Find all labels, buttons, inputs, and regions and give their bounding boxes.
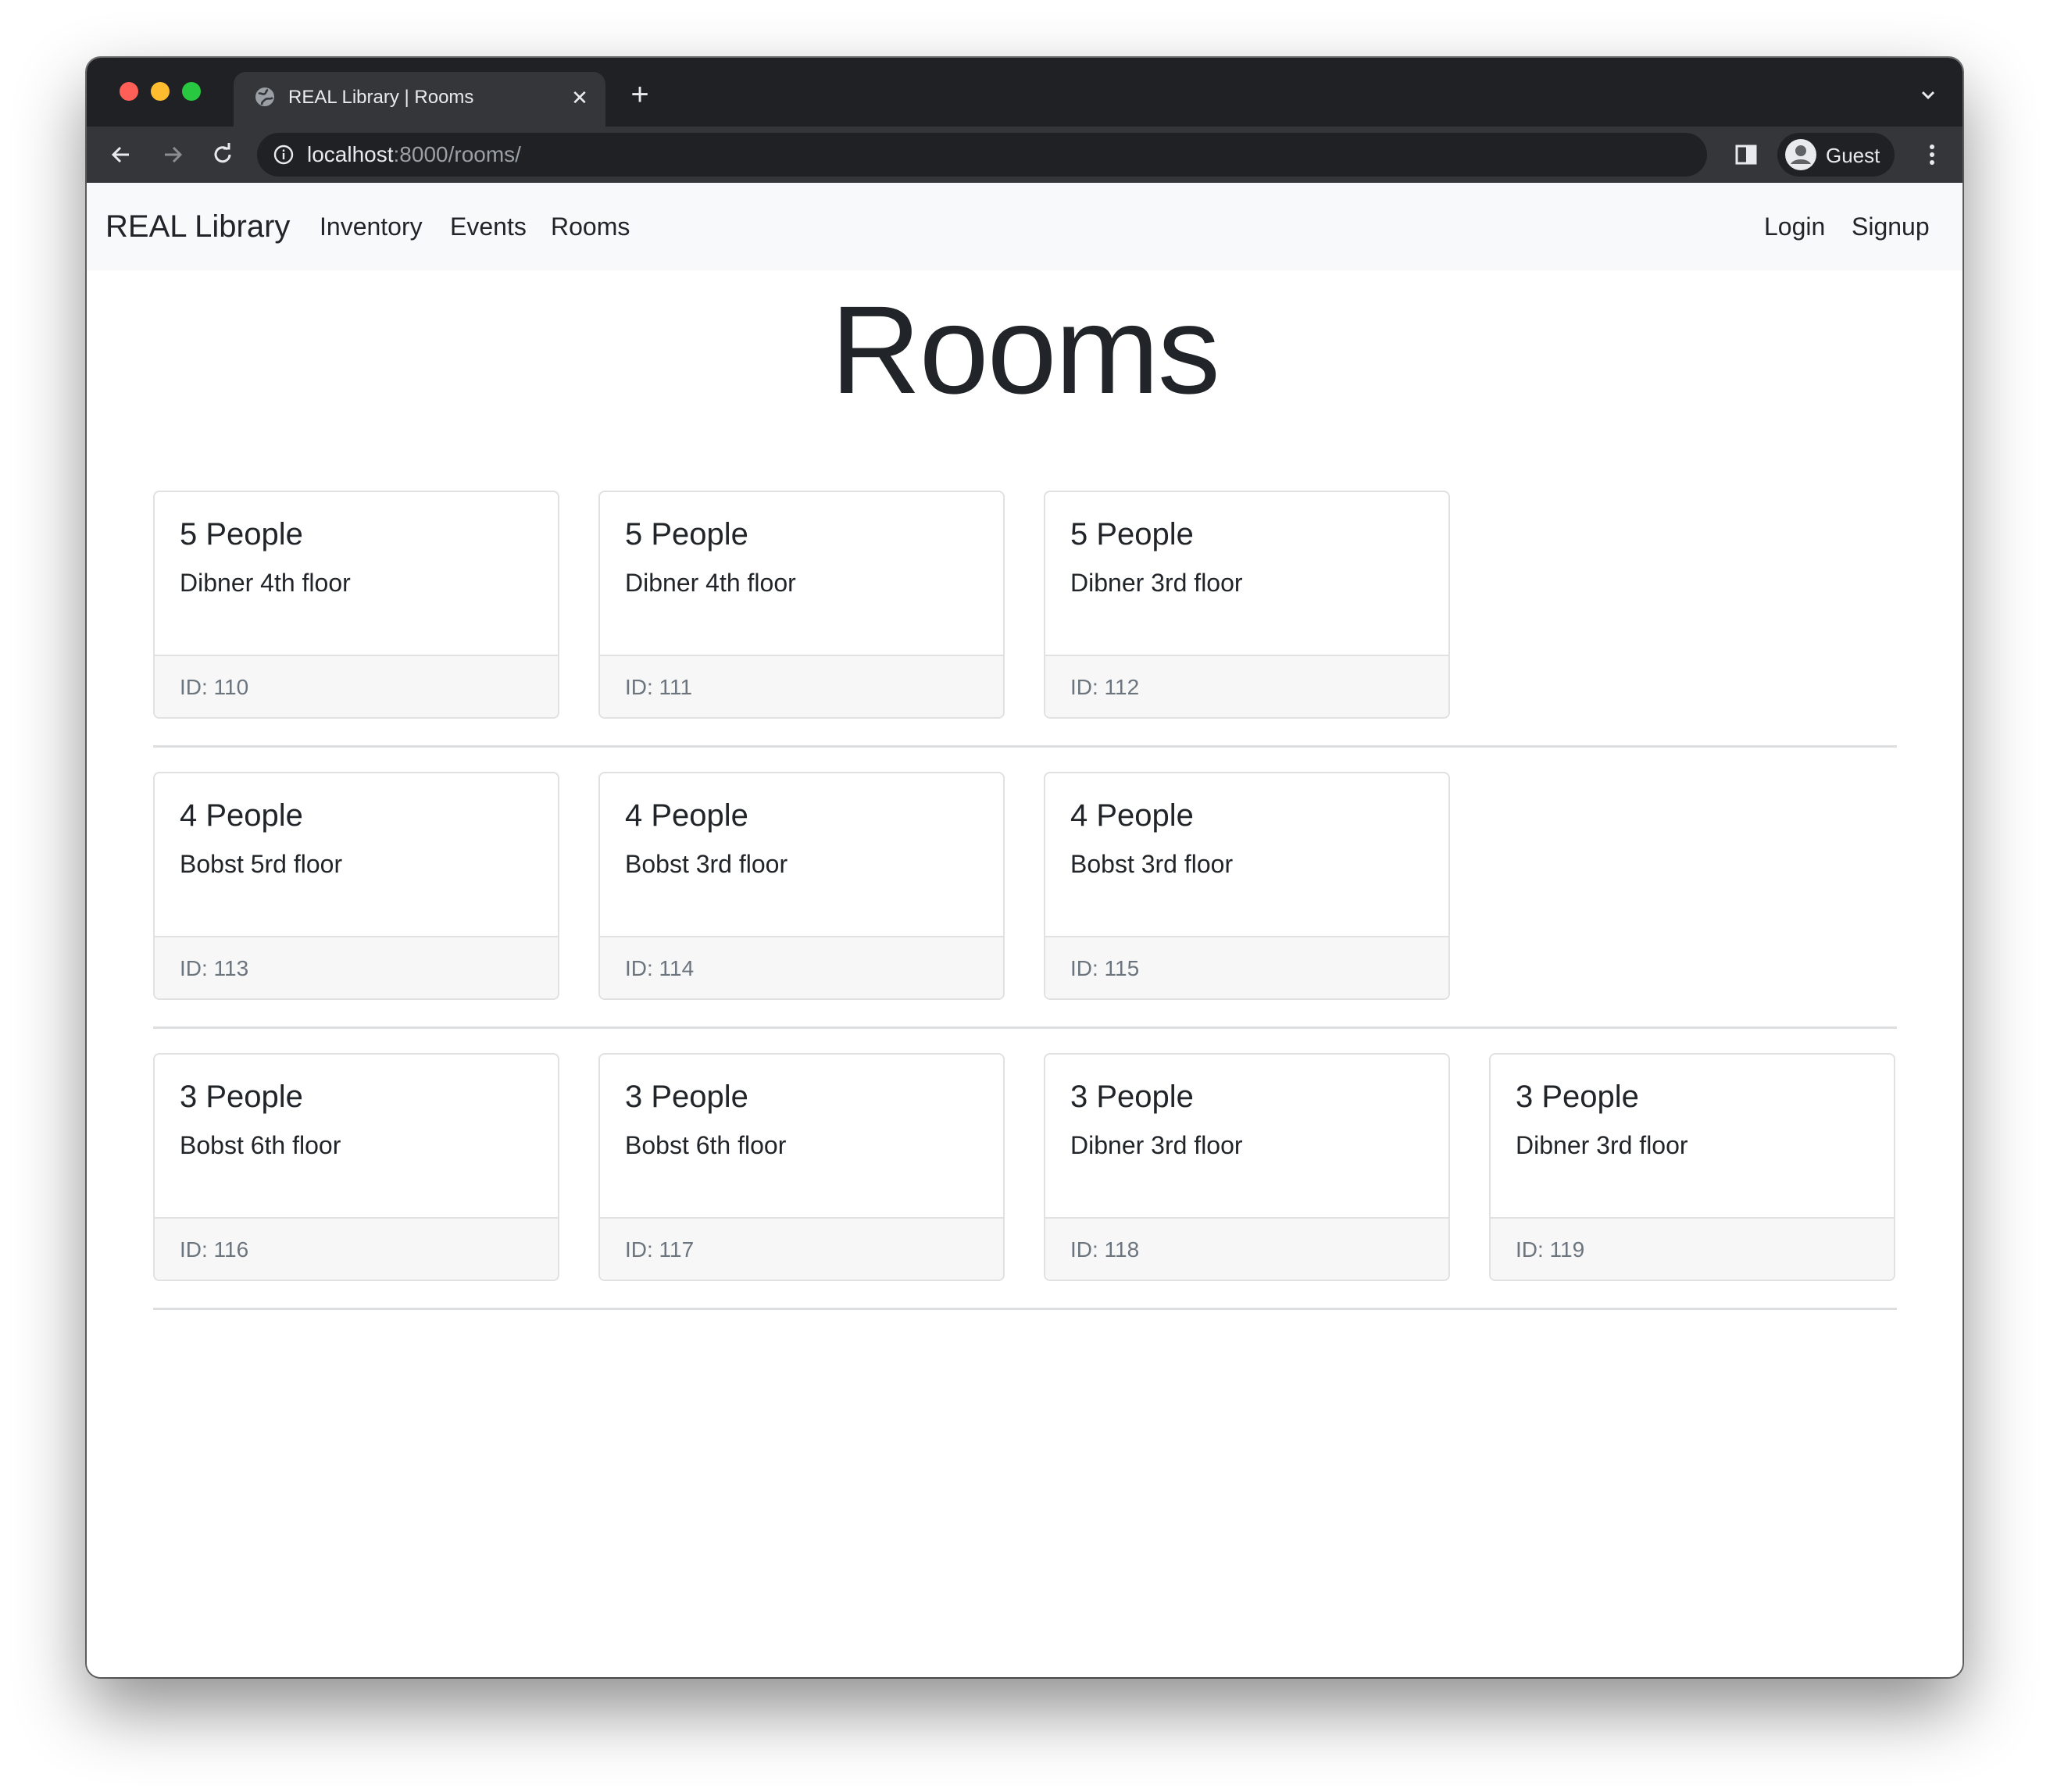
card-footer: ID: 112 [1045, 655, 1448, 717]
site-navbar: REAL Library Inventory Events Rooms Logi… [87, 183, 1962, 270]
maximize-window-button[interactable] [182, 82, 201, 101]
signup-link[interactable]: Signup [1852, 211, 1930, 242]
card-footer: ID: 117 [600, 1217, 1003, 1280]
minimize-window-button[interactable] [151, 82, 170, 101]
room-location: Bobst 3rd floor [625, 850, 788, 878]
room-location: Dibner 3rd floor [1516, 1131, 1688, 1159]
room-card[interactable]: 3 People Dibner 3rd floor ID: 119 [1489, 1053, 1895, 1281]
room-location: Dibner 3rd floor [1070, 1131, 1243, 1159]
brand-link[interactable]: REAL Library [105, 209, 290, 245]
plus-icon[interactable]: + [626, 79, 654, 110]
room-capacity: 4 People [625, 798, 748, 833]
back-arrow-icon[interactable] [105, 139, 137, 170]
url-text: localhost:8000/rooms/ [307, 142, 521, 167]
close-icon[interactable]: ✕ [568, 86, 591, 109]
card-body: 3 People Bobst 6th floor [155, 1055, 558, 1217]
room-id: ID: 110 [180, 675, 249, 699]
card-footer: ID: 118 [1045, 1217, 1448, 1280]
card-body: 4 People Bobst 3rd floor [600, 773, 1003, 936]
room-id: ID: 117 [625, 1237, 695, 1262]
room-card[interactable]: 3 People Bobst 6th floor ID: 117 [598, 1053, 1005, 1281]
room-card[interactable]: 5 People Dibner 3rd floor ID: 112 [1044, 491, 1450, 719]
room-capacity: 4 People [1070, 798, 1194, 833]
chevron-down-icon[interactable] [1917, 84, 1939, 106]
room-capacity: 5 People [625, 517, 748, 552]
address-bar[interactable]: localhost:8000/rooms/ [257, 133, 1707, 177]
room-location: Dibner 4th floor [180, 569, 351, 597]
room-capacity: 4 People [180, 798, 303, 833]
room-id: ID: 113 [180, 956, 249, 980]
card-footer: ID: 119 [1491, 1217, 1894, 1280]
reload-icon[interactable] [207, 139, 238, 170]
row-divider [153, 1026, 1897, 1029]
card-body: 3 People Bobst 6th floor [600, 1055, 1003, 1217]
room-card[interactable]: 5 People Dibner 4th floor ID: 110 [153, 491, 559, 719]
url-host: localhost [307, 142, 394, 166]
info-icon[interactable] [273, 144, 295, 166]
room-id: ID: 115 [1070, 956, 1140, 980]
web-page: REAL Library Inventory Events Rooms Logi… [87, 183, 1962, 1677]
card-footer: ID: 113 [155, 936, 558, 998]
room-location: Dibner 4th floor [625, 569, 796, 597]
tab-strip: REAL Library | Rooms ✕ + [87, 58, 1962, 128]
room-card[interactable]: 5 People Dibner 4th floor ID: 111 [598, 491, 1005, 719]
nav-link-inventory[interactable]: Inventory [320, 211, 423, 242]
room-capacity: 3 People [180, 1080, 303, 1114]
avatar-icon [1785, 139, 1816, 170]
room-location: Dibner 3rd floor [1070, 569, 1243, 597]
room-capacity: 5 People [1070, 517, 1194, 552]
card-footer: ID: 110 [155, 655, 558, 717]
profile-name: Guest [1826, 144, 1880, 167]
card-footer: ID: 115 [1045, 936, 1448, 998]
room-capacity: 3 People [625, 1080, 748, 1114]
card-body: 5 People Dibner 3rd floor [1045, 492, 1448, 655]
browser-tab[interactable]: REAL Library | Rooms ✕ [234, 72, 605, 128]
room-capacity: 3 People [1070, 1080, 1194, 1114]
card-body: 3 People Dibner 3rd floor [1045, 1055, 1448, 1217]
room-id: ID: 112 [1070, 675, 1140, 699]
side-panel-icon[interactable] [1734, 142, 1759, 167]
room-id: ID: 111 [625, 675, 693, 699]
card-body: 3 People Dibner 3rd floor [1491, 1055, 1894, 1217]
close-window-button[interactable] [120, 82, 138, 101]
room-card[interactable]: 4 People Bobst 5rd floor ID: 113 [153, 772, 559, 1000]
browser-toolbar: localhost:8000/rooms/ Guest [87, 127, 1962, 183]
room-id: ID: 118 [1070, 1237, 1140, 1262]
login-link[interactable]: Login [1764, 211, 1825, 242]
tab-title: REAL Library | Rooms [288, 87, 474, 108]
more-vertical-icon[interactable] [1918, 141, 1946, 169]
card-body: 4 People Bobst 5rd floor [155, 773, 558, 936]
room-card[interactable]: 4 People Bobst 3rd floor ID: 114 [598, 772, 1005, 1000]
room-location: Bobst 3rd floor [1070, 850, 1234, 878]
forward-arrow-icon[interactable] [157, 139, 188, 170]
row-divider [153, 745, 1897, 748]
room-location: Bobst 6th floor [625, 1131, 787, 1159]
page-title: Rooms [830, 280, 1220, 419]
url-path: :8000/rooms/ [393, 142, 521, 166]
card-footer: ID: 116 [155, 1217, 558, 1280]
room-capacity: 5 People [180, 517, 303, 552]
profile-button[interactable]: Guest [1777, 133, 1895, 177]
nav-link-rooms[interactable]: Rooms [551, 211, 630, 242]
room-capacity: 3 People [1516, 1080, 1639, 1114]
card-body: 5 People Dibner 4th floor [155, 492, 558, 655]
card-body: 5 People Dibner 4th floor [600, 492, 1003, 655]
room-id: ID: 114 [625, 956, 695, 980]
row-divider [153, 1308, 1897, 1310]
nav-link-events[interactable]: Events [450, 211, 527, 242]
room-card[interactable]: 3 People Bobst 6th floor ID: 116 [153, 1053, 559, 1281]
room-card[interactable]: 3 People Dibner 3rd floor ID: 118 [1044, 1053, 1450, 1281]
globe-icon [255, 87, 274, 106]
card-footer: ID: 114 [600, 936, 1003, 998]
room-location: Bobst 6th floor [180, 1131, 341, 1159]
browser-window: REAL Library | Rooms ✕ + localhost:8000/… [87, 58, 1962, 1677]
card-body: 4 People Bobst 3rd floor [1045, 773, 1448, 936]
room-card[interactable]: 4 People Bobst 3rd floor ID: 115 [1044, 772, 1450, 1000]
room-id: ID: 119 [1516, 1237, 1585, 1262]
card-footer: ID: 111 [600, 655, 1003, 717]
room-location: Bobst 5rd floor [180, 850, 343, 878]
room-id: ID: 116 [180, 1237, 249, 1262]
